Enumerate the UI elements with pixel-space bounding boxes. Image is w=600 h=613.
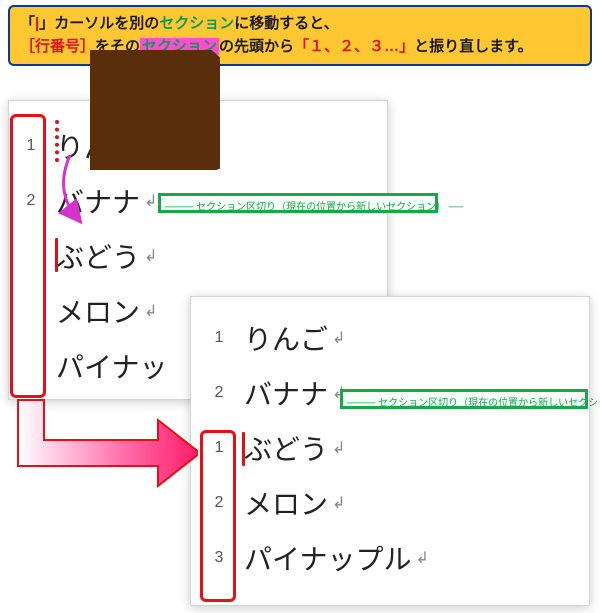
text-cursor-after (242, 432, 245, 466)
line-number: 3 (204, 549, 234, 567)
section-break-marker-after: ──── セクション区切り（現在の位置から新しいセクション） ── (340, 389, 588, 409)
line-item: パイナッ (56, 338, 167, 393)
return-icon: ↲ (332, 328, 345, 348)
line-number-box-before (10, 114, 46, 398)
line-number: 2 (204, 384, 234, 402)
text-cursor-before (55, 238, 58, 272)
return-icon: ↲ (144, 301, 157, 321)
return-icon: ↲ (144, 191, 157, 211)
line-item: ぶどう ↲ (56, 228, 167, 283)
section-break-marker-before: ──── セクション区切り（現在の位置から新しいセクション） ── (158, 193, 438, 213)
line-item: メロン ↲ (56, 283, 167, 338)
line-item: 2 メロン ↲ (244, 475, 429, 530)
return-icon: ↲ (144, 246, 157, 266)
text-section: セクション (159, 15, 234, 32)
line-number: 1 (204, 329, 234, 347)
text: 」カーソルを別の (39, 15, 159, 32)
transition-arrow-icon (8, 390, 198, 490)
line-text: パイナップル (244, 538, 411, 578)
text-line-number: ［行番号］ (20, 38, 95, 55)
text: 「 (20, 15, 35, 32)
text: と振り直します。 (414, 38, 533, 55)
line-number: 1 (204, 439, 234, 457)
return-icon: ↲ (332, 438, 345, 458)
lines-after: 1 りんご ↲ 2 バナナ ↲ 1 ぶどう ↲ 2 メロン ↲ 3 パイナップル… (244, 310, 429, 585)
line-number: 1 (16, 137, 46, 155)
text: の先頭から (219, 38, 294, 55)
line-number: 2 (16, 192, 46, 210)
line-text: ぶどう (244, 428, 328, 468)
callout-line-1: 「|」カーソルを別のセクションに移動すると、 (20, 13, 580, 36)
line-text: バナナ (244, 373, 328, 413)
text-numbers: 「１、２、３…」 (294, 38, 414, 55)
line-text: メロン (244, 483, 328, 523)
line-text: ぶどう (56, 236, 140, 276)
magenta-curve-arrow-icon (50, 150, 110, 230)
return-icon: ↲ (415, 548, 428, 568)
text: に移動すると、 (234, 15, 338, 32)
line-text: メロン (56, 291, 140, 331)
line-number: 2 (204, 494, 234, 512)
return-icon: ↲ (332, 493, 345, 513)
line-item: 1 ぶどう ↲ (244, 420, 429, 475)
line-item: 1 りんご ↲ (244, 310, 429, 365)
line-text: パイナッ (56, 346, 167, 386)
line-item: 3 パイナップル ↲ (244, 530, 429, 585)
line-text: りんご (244, 318, 328, 358)
